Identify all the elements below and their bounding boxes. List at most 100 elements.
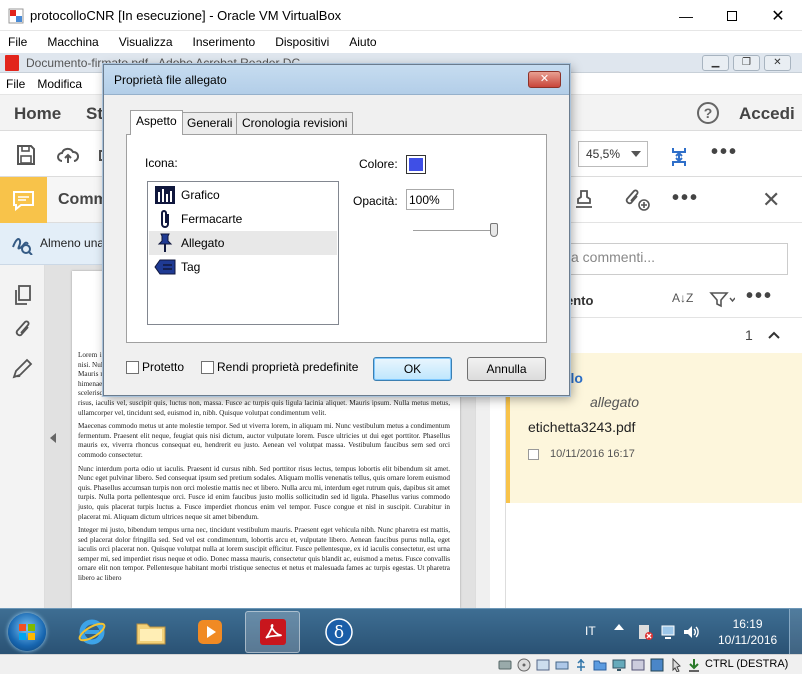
protected-checkbox[interactable]: [126, 361, 139, 374]
vbox-menu-devices[interactable]: Dispositivi: [273, 35, 331, 49]
document-paragraph: Nunc interdum porta odio ut iaculis. Pra…: [78, 464, 450, 521]
attachments-icon[interactable]: [12, 318, 34, 342]
tray-clock[interactable]: 16:19 10/11/2016: [718, 616, 777, 648]
video-capture-icon[interactable]: [631, 658, 645, 672]
attachment-filename[interactable]: etichetta3243.pdf: [528, 419, 635, 435]
keyboard-capture-icon[interactable]: [687, 658, 701, 672]
vbox-menu-help[interactable]: Aiuto: [347, 35, 378, 49]
vbox-menu-file[interactable]: File: [6, 35, 29, 49]
reader-close-button[interactable]: ✕: [764, 55, 791, 71]
attach-file-icon[interactable]: [623, 188, 653, 212]
close-button[interactable]: ✕: [755, 0, 801, 31]
optical-drive-icon[interactable]: [517, 658, 531, 672]
volume-icon[interactable]: [682, 623, 700, 641]
signature-notice-text: Almeno una: [40, 236, 105, 250]
reader-menu-file[interactable]: File: [6, 77, 25, 91]
tray-expand-icon[interactable]: [614, 624, 624, 630]
reader-minimize-button[interactable]: ▁: [702, 55, 729, 71]
previous-page-icon[interactable]: [50, 433, 56, 443]
icon-option-label: Allegato: [181, 236, 225, 250]
comment-tool-button[interactable]: [0, 177, 47, 223]
usb-icon[interactable]: [574, 658, 588, 672]
pages-icon[interactable]: [13, 284, 33, 306]
sort-az-icon[interactable]: A↓Z: [672, 291, 693, 305]
icon-option-grafico[interactable]: Grafico: [149, 183, 337, 207]
make-default-checkbox[interactable]: [201, 361, 214, 374]
reader-menu-edit[interactable]: Modifica: [37, 77, 82, 91]
stamp-icon[interactable]: [572, 188, 596, 212]
save-icon[interactable]: [14, 143, 38, 167]
more-tools-icon[interactable]: •••: [711, 141, 738, 164]
vbox-menu-input[interactable]: Inserimento: [191, 35, 258, 49]
fit-page-icon[interactable]: [667, 145, 691, 169]
sign-icon[interactable]: [11, 356, 35, 380]
close-panel-icon[interactable]: ✕: [762, 187, 780, 213]
virtualbox-icon: [8, 8, 24, 24]
vt-x-icon[interactable]: [650, 658, 664, 672]
color-picker[interactable]: [406, 155, 426, 174]
more-sort-icon[interactable]: •••: [746, 285, 773, 308]
tab-home[interactable]: Home: [14, 104, 61, 124]
opacity-slider[interactable]: [413, 230, 497, 232]
chart-icon: [154, 184, 176, 206]
icon-option-tag[interactable]: Tag: [149, 255, 337, 279]
cancel-button[interactable]: Annulla: [467, 357, 546, 381]
comment-type: allegato: [590, 394, 640, 410]
svg-text:δ: δ: [333, 623, 343, 643]
cloud-upload-icon[interactable]: [56, 143, 80, 167]
dialog-titlebar: Proprietà file allegato ✕: [104, 65, 569, 95]
taskbar-app-delta[interactable]: δ: [311, 611, 366, 653]
taskbar-explorer[interactable]: [123, 611, 178, 653]
reader-restore-button[interactable]: ❐: [733, 55, 760, 71]
more-comment-tools-icon[interactable]: •••: [672, 187, 699, 210]
display-icon[interactable]: [612, 658, 626, 672]
minimize-button[interactable]: —: [663, 0, 709, 31]
icon-option-label: Grafico: [181, 188, 220, 202]
chevron-down-icon: [631, 151, 641, 157]
icon-option-fermacarte[interactable]: Fermacarte: [149, 207, 337, 231]
dialog-close-button[interactable]: ✕: [528, 71, 561, 88]
help-icon[interactable]: ?: [697, 102, 719, 124]
audio-icon[interactable]: [536, 658, 550, 672]
vbox-menubar: File Macchina Visualizza Inserimento Dis…: [0, 31, 802, 53]
start-button[interactable]: [8, 613, 46, 651]
maximize-button[interactable]: [709, 0, 755, 31]
network-adapter-icon[interactable]: [555, 658, 569, 672]
document-paragraph: Maecenas commodo metus ut ante molestie …: [78, 422, 450, 459]
icon-option-allegato[interactable]: Allegato: [149, 231, 337, 255]
tab-revision-history[interactable]: Cronologia revisioni: [236, 112, 354, 134]
delta-app-icon: δ: [324, 618, 353, 646]
tab-tools[interactable]: St: [86, 104, 103, 124]
action-center-icon[interactable]: [636, 623, 654, 641]
tab-appearance[interactable]: Aspetto: [130, 110, 183, 135]
taskbar-internet-explorer[interactable]: [64, 611, 119, 653]
tab-general[interactable]: Generali: [181, 112, 239, 134]
opacity-field[interactable]: 100%: [406, 189, 454, 210]
icon-listbox[interactable]: Grafico Fermacarte Allegato Tag: [147, 181, 339, 325]
internet-explorer-icon: [78, 619, 105, 645]
windows-logo-icon: [19, 624, 35, 640]
input-language[interactable]: IT: [585, 624, 596, 638]
comments-search-placeholder: a commenti...: [571, 249, 656, 265]
vbox-window-title: protocolloCNR [In esecuzione] - Oracle V…: [30, 8, 342, 23]
mouse-integration-icon[interactable]: [669, 658, 683, 672]
zoom-select[interactable]: 45,5%: [578, 141, 648, 167]
comment-icon: [13, 191, 34, 212]
taskbar-media-player[interactable]: [182, 611, 237, 653]
chevron-up-icon[interactable]: [767, 330, 781, 340]
show-desktop-button[interactable]: [789, 609, 802, 655]
vbox-menu-machine[interactable]: Macchina: [45, 35, 100, 49]
vbox-menu-view[interactable]: Visualizza: [117, 35, 175, 49]
signature-notice-bar: Almeno una: [0, 223, 110, 265]
signin-button[interactable]: Accedi: [739, 104, 795, 124]
comment-checkbox[interactable]: [528, 449, 539, 460]
ok-button[interactable]: OK: [373, 357, 452, 381]
hard-disk-icon[interactable]: [498, 658, 512, 672]
filter-icon[interactable]: [709, 291, 735, 309]
shared-folders-icon[interactable]: [593, 658, 607, 672]
icon-option-label: Tag: [181, 260, 201, 274]
vbox-titlebar: protocolloCNR [In esecuzione] - Oracle V…: [0, 0, 802, 31]
opacity-slider-thumb[interactable]: [490, 223, 498, 237]
network-icon[interactable]: [660, 623, 678, 641]
taskbar-acrobat-reader[interactable]: [245, 611, 300, 653]
